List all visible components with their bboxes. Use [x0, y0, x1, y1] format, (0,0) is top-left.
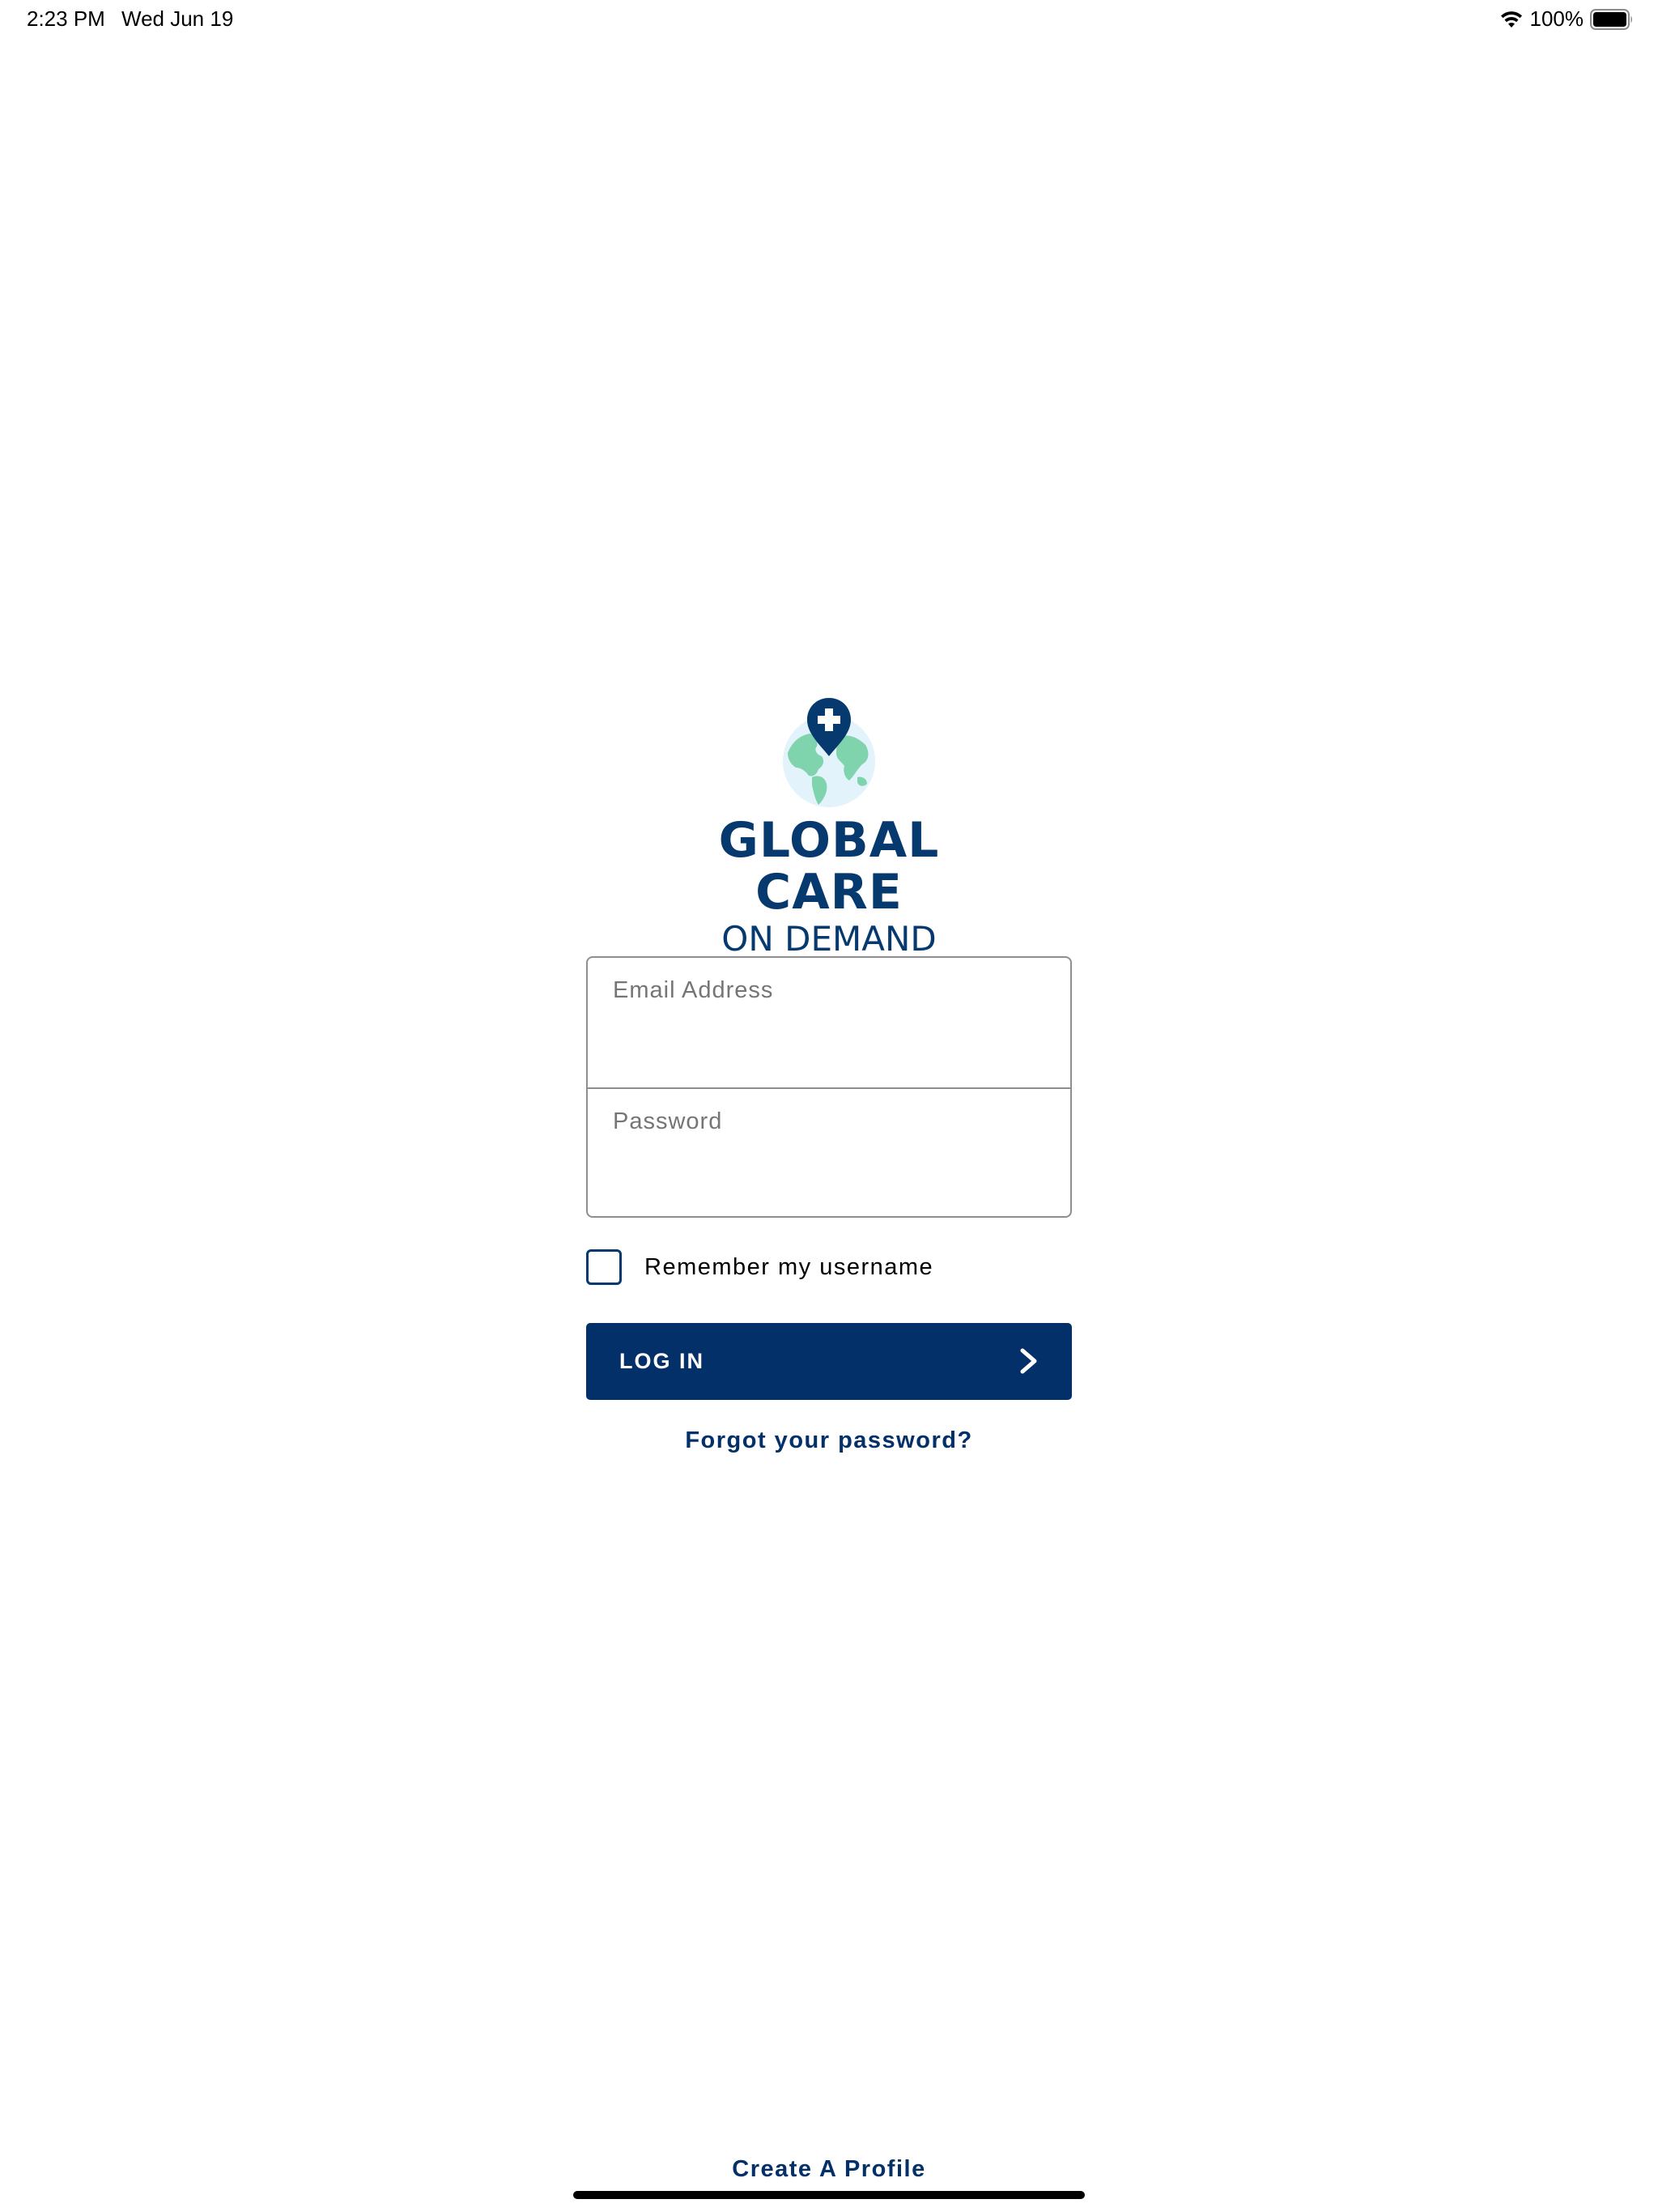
home-indicator[interactable]: [573, 2191, 1085, 2199]
status-bar: 2:23 PM Wed Jun 19 100%: [0, 0, 1658, 39]
email-field-container: Email Address: [588, 958, 1070, 1087]
battery-percent: 100%: [1529, 6, 1584, 31]
login-button-label: LOG IN: [619, 1349, 704, 1373]
battery-icon: [1590, 8, 1634, 30]
app-logo: GLOBAL CARE ON DEMAND: [651, 696, 1007, 959]
forgot-password-link[interactable]: Forgot your password?: [586, 1427, 1072, 1454]
status-time: 2:23 PM: [27, 6, 105, 31]
status-date: Wed Jun 19: [121, 6, 234, 31]
password-input[interactable]: [588, 1089, 1070, 1216]
wifi-icon: [1499, 10, 1524, 29]
chevron-right-icon: [1018, 1347, 1039, 1375]
logo-title: GLOBAL CARE: [718, 812, 940, 921]
status-right: 100%: [1499, 6, 1635, 32]
remember-username-checkbox[interactable]: [586, 1249, 622, 1285]
logo-subtitle: ON DEMAND: [721, 919, 937, 959]
globe-pin-icon: [651, 696, 1007, 810]
login-input-group: Email Address Password: [586, 956, 1072, 1218]
email-input[interactable]: [588, 958, 1070, 1087]
remember-username-label[interactable]: Remember my username: [644, 1254, 933, 1281]
login-button[interactable]: LOG IN: [586, 1323, 1072, 1400]
remember-username-row[interactable]: Remember my username: [586, 1249, 933, 1285]
create-profile-link[interactable]: Create A Profile: [586, 2156, 1072, 2183]
password-field-container: Password: [588, 1087, 1070, 1216]
